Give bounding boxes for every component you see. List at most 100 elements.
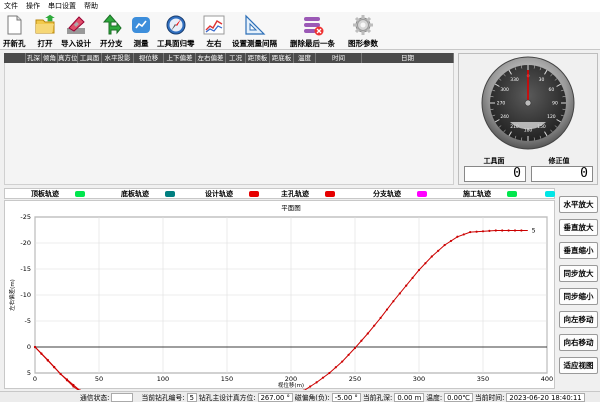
declination-value: -5.00 °	[331, 392, 361, 402]
series-point-5	[488, 229, 491, 233]
series-point-5	[469, 230, 472, 234]
x-axis-label: 视位移(m)	[278, 381, 304, 389]
column-header[interactable]: 时间	[316, 53, 362, 63]
series-point-5	[379, 316, 382, 319]
toolbar-button-open-folder[interactable]: 打开	[34, 14, 56, 48]
toolbar-button-delete-record[interactable]: 删除最后一条	[290, 14, 335, 48]
toolbar-button-import-design[interactable]: 导入设计	[61, 14, 91, 48]
menu-bar: 文件 操作 串口设置 帮助	[0, 0, 600, 12]
series-point-5	[405, 284, 408, 287]
column-header[interactable]: 真方位	[58, 53, 78, 63]
menu-operation[interactable]: 操作	[26, 1, 40, 11]
compass-icon	[165, 14, 187, 36]
current-time-label: 当前时间:	[474, 394, 505, 402]
table-body[interactable]	[4, 63, 454, 185]
series-point-5	[443, 243, 446, 247]
column-header[interactable]: 水平投影	[102, 53, 134, 63]
current-time-value: 2023-06-20 18:40:11	[506, 392, 585, 402]
y-tick-label: -15	[20, 265, 31, 273]
status-bar: 通信状态: 当前钻孔编号: 5 钻孔主设计真方位: 267.00 ° 磁偏角(负…	[0, 391, 600, 402]
toolbar-label: 设置测量间隔	[232, 39, 277, 48]
toolbar-button-branch[interactable]: 开分支	[100, 14, 123, 48]
column-header[interactable]: 距顶板	[246, 53, 270, 63]
column-header[interactable]: 温度	[294, 53, 316, 63]
series-point-5	[424, 262, 427, 265]
view-button-4[interactable]: 同步缩小	[559, 288, 598, 305]
legend-item: 主孔轨迹	[281, 189, 335, 199]
toolbar-label: 工具面归零	[157, 39, 195, 48]
new-file-icon	[3, 14, 25, 36]
series-point-5	[366, 332, 369, 335]
series-point-5	[462, 233, 465, 236]
view-button-0[interactable]: 水平放大	[559, 196, 598, 213]
temperature-value: 0.00℃	[444, 392, 473, 402]
gauge-tick-label: 330	[510, 77, 519, 83]
table-header: 孔深 倾角 真方位 工具面 水平投影 视位移 上下偏差 左右偏差 工况 距顶板 距底板 温度 时间 日期	[4, 53, 454, 63]
series-point-5	[520, 229, 523, 232]
toolbar-label: 开新孔	[3, 39, 26, 48]
toolbar-button-triangle-ruler[interactable]: 设置测量间隔	[232, 14, 277, 48]
comm-status-label: 通信状态:	[80, 394, 110, 402]
chart-svg: 0 50 100 150 200 250 300 350 400-25-20-15-10-505…	[8, 204, 553, 402]
legend-label: 施工轨迹	[463, 190, 491, 198]
depth-value: 0.00 m	[394, 392, 425, 402]
series-label-5: 5	[532, 228, 536, 235]
view-button-6[interactable]: 向右移动	[559, 334, 598, 351]
column-header[interactable]: 距底板	[270, 53, 294, 63]
column-header[interactable]	[4, 53, 26, 63]
x-tick-label: 400	[541, 375, 553, 383]
toolbar-button-measure[interactable]: 测量	[130, 14, 152, 48]
column-header[interactable]: 日期	[362, 53, 454, 63]
column-header[interactable]: 工具面	[78, 53, 102, 63]
tool-face-gauge: 0306090120150180210240270300330	[481, 56, 575, 150]
legend-swatch	[249, 191, 259, 197]
measure-icon	[130, 14, 152, 36]
legend-label: 底板轨迹	[121, 190, 149, 198]
toolbar-button-new-file[interactable]: 开新孔	[3, 14, 26, 48]
view-button-3[interactable]: 同步放大	[559, 265, 598, 282]
tool-face-value: 0	[464, 166, 526, 182]
menu-file[interactable]: 文件	[4, 1, 18, 11]
tool-face-label: 工具面	[483, 157, 505, 165]
series-point-5	[437, 249, 440, 252]
series-point-5	[334, 366, 337, 369]
column-header[interactable]: 左右偏差	[196, 53, 226, 63]
column-header[interactable]: 倾角	[42, 53, 58, 63]
legend-label: 分支轨迹	[373, 190, 401, 198]
view-button-5[interactable]: 向左移动	[559, 311, 598, 328]
toolbar-button-compass[interactable]: 工具面归零	[157, 14, 195, 48]
gauge-tick-label: 90	[552, 101, 558, 107]
design-azimuth-value: 267.00 °	[257, 392, 293, 402]
x-tick-label: 300	[413, 375, 425, 383]
x-tick-label: 250	[349, 375, 361, 383]
series-point-5	[321, 376, 325, 379]
x-tick-label: 0	[33, 375, 37, 383]
legend-label: 主孔轨迹	[281, 190, 309, 198]
toolbar-button-chart[interactable]: 左右	[203, 14, 225, 48]
chart-icon	[203, 14, 225, 36]
gauge-tick-label: 270	[497, 101, 506, 107]
declination-label: 磁偏角(负):	[294, 394, 330, 402]
view-button-1[interactable]: 垂直放大	[559, 219, 598, 236]
column-header[interactable]: 孔深	[26, 53, 42, 63]
menu-serial-settings[interactable]: 串口设置	[48, 1, 76, 11]
gauge-tick-label: 120	[547, 114, 556, 120]
series-point-5	[507, 229, 510, 232]
series-point-5	[40, 352, 43, 355]
toolbar-button-gear[interactable]: 图形参数	[348, 14, 378, 48]
series-point-5	[417, 268, 421, 272]
column-header[interactable]: 工况	[226, 53, 246, 63]
plan-view-chart[interactable]: 0 50 100 150 200 250 300 350 400 -25 -20 -15 -10 -5 0 5…	[4, 200, 555, 402]
series-point-5	[72, 383, 75, 387]
triangle-ruler-icon	[244, 14, 266, 36]
trajectory-legend: 顶板轨迹 底板轨迹 设计轨迹 主孔轨迹 分支轨迹 施工轨迹	[4, 188, 555, 199]
menu-help[interactable]: 帮助	[84, 1, 98, 11]
gauge-tick-label: 30	[539, 77, 545, 83]
column-header[interactable]: 视位移	[134, 53, 164, 63]
series-point-5	[53, 366, 56, 369]
view-button-7[interactable]: 适应视图	[559, 357, 598, 374]
toolbar-label: 左右	[206, 39, 222, 48]
view-button-2[interactable]: 垂直缩小	[559, 242, 598, 259]
series-point-5	[392, 300, 395, 303]
column-header[interactable]: 上下偏差	[164, 53, 196, 63]
